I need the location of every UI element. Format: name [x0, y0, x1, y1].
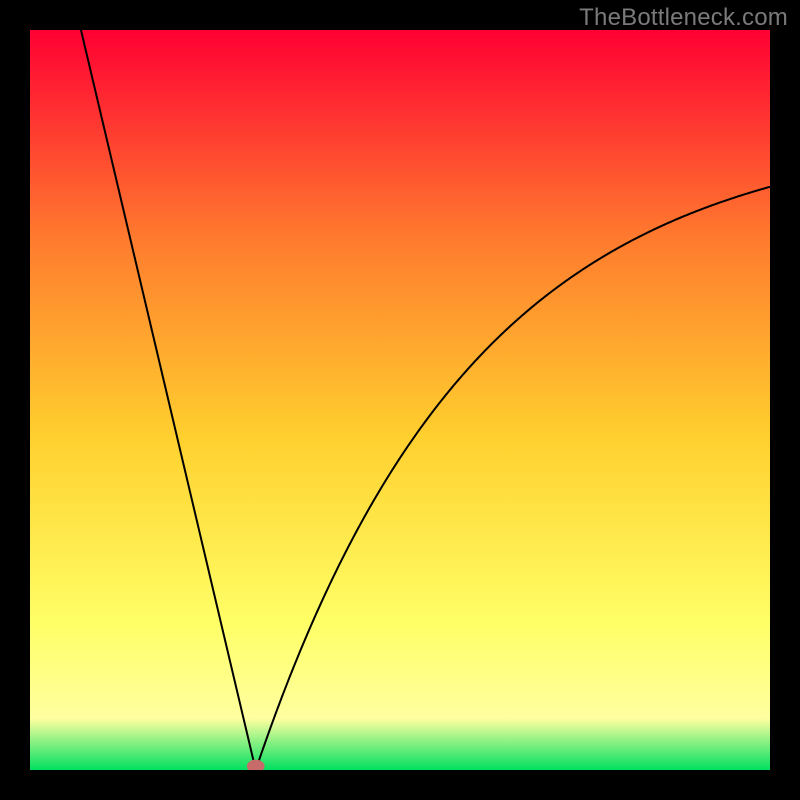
bottleneck-chart [30, 30, 770, 770]
chart-stage: TheBottleneck.com [0, 0, 800, 800]
watermark-label: TheBottleneck.com [579, 4, 788, 32]
gradient-background [30, 30, 770, 770]
